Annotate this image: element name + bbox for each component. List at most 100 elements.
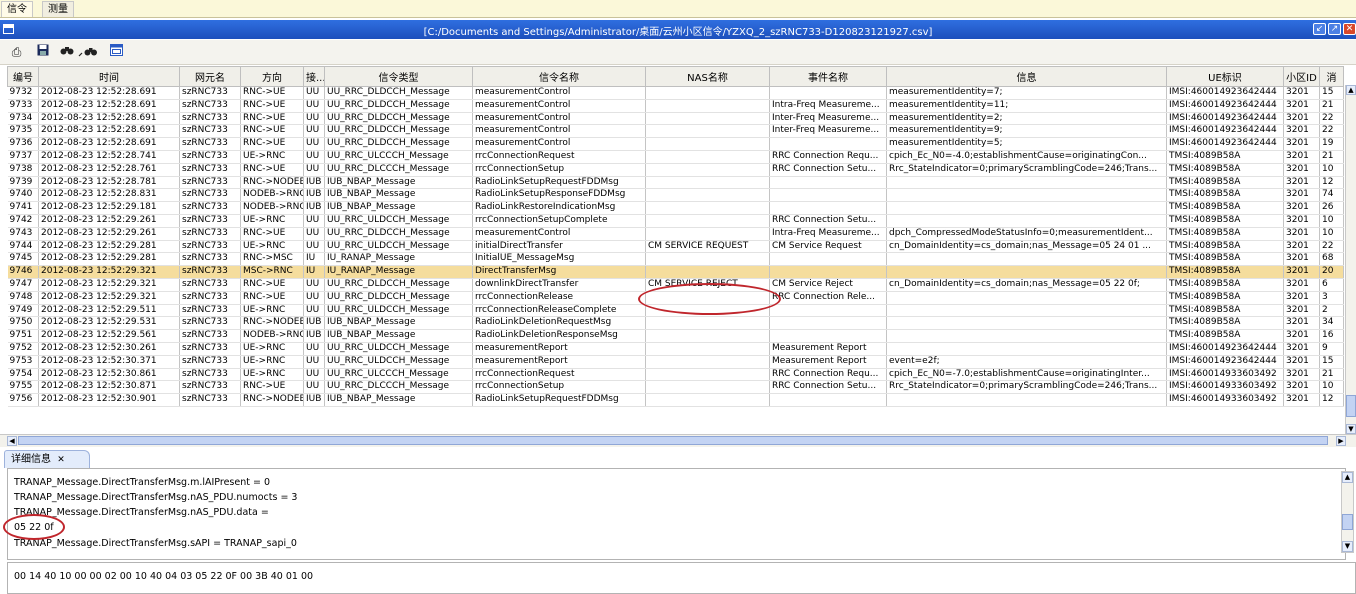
table-row[interactable]: 9751 2012-08-23 12:52:29.561 szRNC733 NODEB… xyxy=(7,329,1344,343)
print-icon[interactable]: ⎙ xyxy=(8,44,25,60)
column-header[interactable]: 事件名称 xyxy=(769,66,887,87)
column-header[interactable]: NAS名称 xyxy=(645,66,770,87)
table-cell xyxy=(645,86,770,100)
table-cell: RRC Connection Requ... xyxy=(769,368,887,382)
table-cell: 9738 xyxy=(7,163,39,177)
table-cell xyxy=(645,252,770,267)
table-cell: RadioLinkDeletionRequestMsg xyxy=(472,316,646,331)
table-cell xyxy=(886,252,1167,267)
table-cell: UU_RRC_ULDCCH_Message xyxy=(324,304,473,318)
column-header[interactable]: 方向 xyxy=(240,66,304,87)
table-cell: 21 xyxy=(1319,150,1344,164)
table-cell: 9732 xyxy=(7,86,39,100)
column-header[interactable]: 消 xyxy=(1319,66,1344,87)
table-row[interactable]: 9745 2012-08-23 12:52:29.281 szRNC733 RNC->… xyxy=(7,252,1344,267)
table-row[interactable]: 9737 2012-08-23 12:52:28.741 szRNC733 UE->R… xyxy=(7,150,1344,164)
table-cell: UU_RRC_DLDCCH_Message xyxy=(324,227,473,241)
table-cell: 2012-08-23 12:52:30.861 xyxy=(38,368,180,382)
column-header[interactable]: 编号 xyxy=(7,66,39,87)
table-cell: szRNC733 xyxy=(179,227,241,241)
table-cell: 9755 xyxy=(7,380,39,395)
table-row[interactable]: 9748 2012-08-23 12:52:29.321 szRNC733 RNC->… xyxy=(7,291,1344,305)
table-cell: cn_DomainIdentity=cs_domain;nas_Message=… xyxy=(886,240,1167,254)
table-row[interactable]: 9752 2012-08-23 12:52:30.261 szRNC733 UE->R… xyxy=(7,342,1344,356)
table-cell: RNC->NODEB xyxy=(240,393,304,407)
table-cell xyxy=(645,265,770,279)
table-row[interactable]: 9742 2012-08-23 12:52:29.261 szRNC733 UE->R… xyxy=(7,214,1344,228)
details-scroll-down-icon[interactable]: ▼ xyxy=(1342,541,1353,552)
table-row[interactable]: 9740 2012-08-23 12:52:28.831 szRNC733 NODEB… xyxy=(7,188,1344,203)
table-horizontal-scrollbar[interactable]: ◀ ▶ xyxy=(0,434,1356,447)
table-cell xyxy=(769,86,887,100)
table-row[interactable]: 9736 2012-08-23 12:52:28.691 szRNC733 RNC->… xyxy=(7,137,1344,151)
table-cell: 9752 xyxy=(7,342,39,356)
table-cell: 9751 xyxy=(7,329,39,343)
column-header[interactable]: 网元名 xyxy=(179,66,241,87)
scroll-up-icon[interactable]: ▲ xyxy=(1346,85,1356,95)
save-icon[interactable] xyxy=(34,44,51,60)
table-row[interactable]: 9744 2012-08-23 12:52:29.281 szRNC733 UE->R… xyxy=(7,240,1344,254)
table-cell: Measurement Report xyxy=(769,355,887,369)
scroll-left-icon[interactable]: ◀ xyxy=(7,436,17,446)
column-header[interactable]: 小区ID xyxy=(1283,66,1320,87)
scroll-right-icon[interactable]: ▶ xyxy=(1336,436,1346,446)
horizontal-scroll-thumb[interactable] xyxy=(18,436,1328,445)
table-cell: UU_RRC_ULDCCH_Message xyxy=(324,214,473,228)
table-row[interactable]: 9753 2012-08-23 12:52:30.371 szRNC733 UE->R… xyxy=(7,355,1344,369)
table-cell: szRNC733 xyxy=(179,265,241,279)
column-header[interactable]: 接... xyxy=(303,66,325,87)
column-header[interactable]: UE标识 xyxy=(1166,66,1284,87)
table-cell: 3201 xyxy=(1283,291,1320,305)
table-cell: IUB_NBAP_Message xyxy=(324,176,473,190)
toolbar: ⎙ xyxy=(0,40,1356,65)
table-cell: 3201 xyxy=(1283,201,1320,215)
column-header[interactable]: 信令名称 xyxy=(472,66,646,87)
column-header[interactable]: 信息 xyxy=(886,66,1167,87)
close-button[interactable]: ✕ xyxy=(1343,23,1356,35)
table-cell: TMSI:4089B58A xyxy=(1166,227,1284,241)
maximize-button[interactable]: ↗ xyxy=(1328,23,1341,35)
details-scroll-up-icon[interactable]: ▲ xyxy=(1342,472,1353,483)
table-cell xyxy=(645,355,770,369)
minimize-button[interactable]: ↙ xyxy=(1313,23,1326,35)
table-cell: Intra-Freq Measureme... xyxy=(769,227,887,241)
column-header[interactable]: 信令类型 xyxy=(324,66,473,87)
window-icon[interactable] xyxy=(108,44,125,60)
close-tab-icon[interactable]: ✕ xyxy=(57,455,65,465)
table-row[interactable]: 9750 2012-08-23 12:52:29.531 szRNC733 RNC->… xyxy=(7,316,1344,331)
table-cell xyxy=(886,393,1167,407)
table-row[interactable]: 9754 2012-08-23 12:52:30.861 szRNC733 UE->R… xyxy=(7,368,1344,382)
table-row[interactable]: 9738 2012-08-23 12:52:28.761 szRNC733 RNC->… xyxy=(7,163,1344,177)
table-cell: 12 xyxy=(1319,393,1344,407)
column-header[interactable]: 时间 xyxy=(38,66,180,87)
table-cell xyxy=(645,393,770,407)
table-cell: 3201 xyxy=(1283,265,1320,279)
find-icon[interactable] xyxy=(58,44,75,60)
table-row[interactable]: 9743 2012-08-23 12:52:29.261 szRNC733 RNC->… xyxy=(7,227,1344,241)
scroll-down-icon[interactable]: ▼ xyxy=(1346,424,1356,434)
tab-signaling[interactable]: 信令 xyxy=(1,1,33,17)
tab-measurement[interactable]: 测量 xyxy=(42,1,74,17)
find-next-icon[interactable] xyxy=(77,44,99,60)
tab-details[interactable]: 详细信息 ✕ xyxy=(4,450,90,468)
table-row[interactable]: 9749 2012-08-23 12:52:29.511 szRNC733 UE->R… xyxy=(7,304,1344,318)
table-cell xyxy=(645,163,770,177)
table-row[interactable]: 9746 2012-08-23 12:52:29.321 szRNC733 MSC->… xyxy=(7,265,1344,279)
details-scroll-thumb[interactable] xyxy=(1342,514,1353,530)
table-row[interactable]: 9734 2012-08-23 12:52:28.691 szRNC733 RNC->… xyxy=(7,112,1344,126)
table-cell: 2012-08-23 12:52:29.321 xyxy=(38,278,180,292)
table-row[interactable]: 9739 2012-08-23 12:52:28.781 szRNC733 RNC->… xyxy=(7,176,1344,190)
table-row[interactable]: 9755 2012-08-23 12:52:30.871 szRNC733 RNC->… xyxy=(7,380,1344,395)
scroll-thumb[interactable] xyxy=(1346,395,1356,417)
table-row[interactable]: 9732 2012-08-23 12:52:28.691 szRNC733 RNC->… xyxy=(7,86,1344,100)
table-cell: 3201 xyxy=(1283,112,1320,126)
table-cell xyxy=(645,176,770,190)
table-row[interactable]: 9735 2012-08-23 12:52:28.691 szRNC733 RNC->… xyxy=(7,124,1344,139)
table-row[interactable]: 9747 2012-08-23 12:52:29.321 szRNC733 RNC->… xyxy=(7,278,1344,292)
table-vertical-scrollbar[interactable]: ▲ ▼ xyxy=(1345,85,1356,434)
table-row[interactable]: 9756 2012-08-23 12:52:30.901 szRNC733 RNC->… xyxy=(7,393,1344,407)
table-row[interactable]: 9733 2012-08-23 12:52:28.691 szRNC733 RNC->… xyxy=(7,99,1344,113)
table-cell: RNC->UE xyxy=(240,227,304,241)
details-vertical-scrollbar[interactable]: ▲ ▼ xyxy=(1341,471,1354,553)
table-row[interactable]: 9741 2012-08-23 12:52:29.181 szRNC733 NODEB… xyxy=(7,201,1344,215)
